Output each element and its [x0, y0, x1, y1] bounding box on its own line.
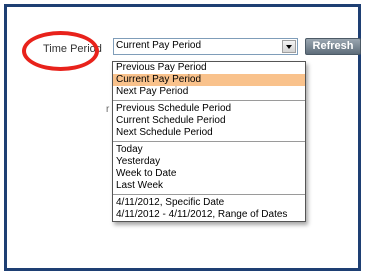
obscured-content: r: [106, 104, 110, 115]
refresh-button[interactable]: Refresh: [305, 38, 361, 55]
dropdown-option[interactable]: Yesterday: [113, 156, 305, 168]
time-period-select[interactable]: Current Pay Period: [113, 38, 298, 55]
dropdown-option[interactable]: Next Schedule Period: [113, 127, 305, 139]
dropdown-option[interactable]: 4/11/2012, Specific Date: [113, 197, 305, 209]
highlight-ellipse: [22, 31, 99, 71]
dropdown-option[interactable]: Next Pay Period: [113, 86, 305, 98]
chevron-down-icon[interactable]: [282, 40, 296, 53]
dropdown-option[interactable]: 4/11/2012 - 4/11/2012, Range of Dates: [113, 209, 305, 221]
dropdown-separator: [113, 194, 305, 195]
time-period-dropdown-list: Previous Pay Period Current Pay Period Nex…: [112, 61, 306, 222]
dropdown-option[interactable]: Week to Date: [113, 168, 305, 180]
dropdown-option[interactable]: Current Schedule Period: [113, 115, 305, 127]
dropdown-option[interactable]: Previous Schedule Period: [113, 103, 305, 115]
dropdown-option[interactable]: Current Pay Period: [113, 74, 305, 86]
dropdown-option[interactable]: Last Week: [113, 180, 305, 192]
time-period-select-value: Current Pay Period: [116, 40, 202, 51]
dropdown-option[interactable]: Previous Pay Period: [113, 62, 305, 74]
dropdown-separator: [113, 141, 305, 142]
dropdown-separator: [113, 100, 305, 101]
dropdown-option[interactable]: Today: [113, 144, 305, 156]
